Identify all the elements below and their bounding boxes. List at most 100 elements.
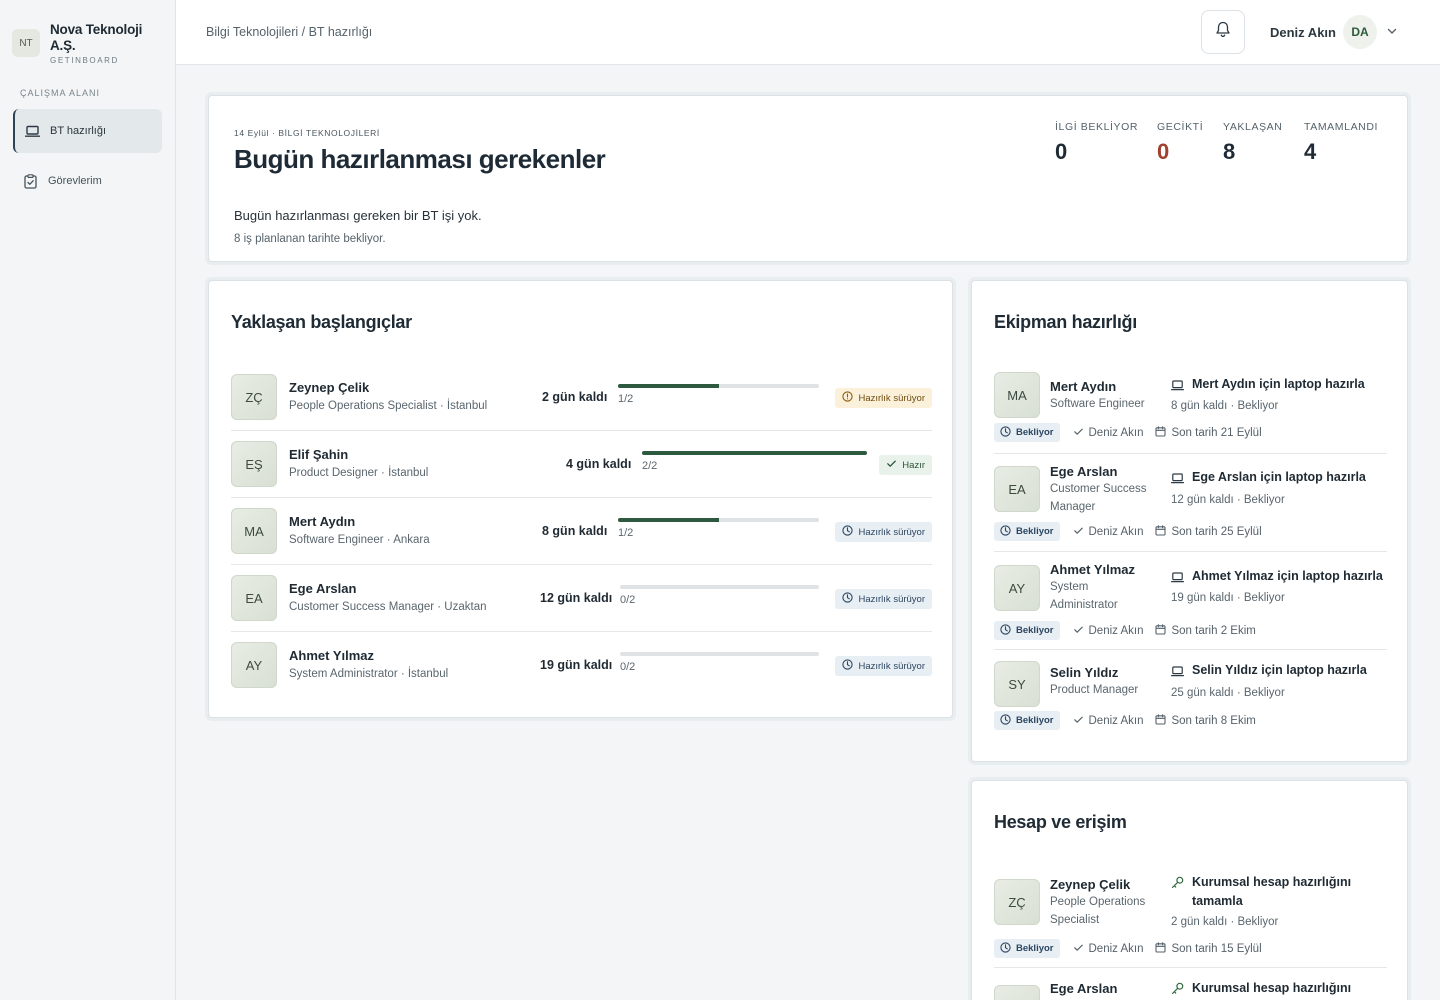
list-item[interactable]: ZÇ Zeynep Çelik People Operations Specia… xyxy=(231,364,932,431)
stat-value: 0 xyxy=(1055,139,1068,164)
person-role: Customer Success Manager xyxy=(1050,483,1147,513)
calendar-icon xyxy=(1155,623,1167,638)
person-details: Customer Success Manager · Uzaktan xyxy=(289,601,487,613)
avatar: MA xyxy=(994,372,1040,418)
sidebar-item-bt-hazirligi[interactable]: BT hazırlığı xyxy=(13,109,162,153)
due-date: Son tarih 15 Eylül xyxy=(1155,941,1262,956)
chevron-down-icon[interactable] xyxy=(1386,24,1398,42)
person-name: Ege Arslan xyxy=(289,581,357,596)
assignee: Deniz Akın xyxy=(1073,426,1143,440)
days-left: 12 gün kaldı xyxy=(540,591,613,605)
calendar-icon xyxy=(1155,713,1167,728)
laptop-icon xyxy=(23,122,41,140)
stat-label: YAKLAŞAN xyxy=(1223,121,1283,133)
brand-logo: NT xyxy=(12,29,40,57)
person-role: People Operations Specialist xyxy=(1050,896,1146,926)
assignee: Deniz Akın xyxy=(1073,714,1143,728)
list-item[interactable]: EŞ Elif Şahin Product Designer · İstanbu… xyxy=(231,431,932,498)
status-badge: Bekliyor xyxy=(994,621,1060,640)
person-name: Mert Aydın xyxy=(1050,379,1117,394)
calendar-icon xyxy=(1155,524,1167,539)
due-date: Son tarih 25 Eylül xyxy=(1155,524,1262,539)
task-meta: 2 gün kaldı · Bekliyor xyxy=(1171,916,1279,928)
task-link[interactable]: Kurumsal hesap hazırlığını xyxy=(1171,979,1371,1000)
avatar[interactable]: DA xyxy=(1343,15,1377,49)
task-link[interactable]: Ahmet Yılmaz için laptop hazırla xyxy=(1170,567,1383,589)
list-item[interactable]: ZÇ Zeynep Çelik People Operations Specia… xyxy=(994,864,1387,968)
alert-circle-icon xyxy=(842,391,854,405)
stat-overdue[interactable]: GECİKTİ 0 xyxy=(1157,121,1203,165)
check-icon xyxy=(886,458,897,472)
list-item[interactable]: MA Mert Aydın Software Engineer · Ankara… xyxy=(231,498,932,565)
due-date: Son tarih 8 Ekim xyxy=(1155,713,1256,728)
task-meta: 25 gün kaldı · Bekliyor xyxy=(1171,687,1285,699)
status-label: Hazır xyxy=(902,459,925,471)
due-label: Son tarih 15 Eylül xyxy=(1171,942,1262,955)
days-left: 2 gün kaldı xyxy=(542,390,608,404)
task-link[interactable]: Ege Arslan için laptop hazırla xyxy=(1170,468,1366,490)
task-footer: Bekliyor Deniz Akın Son tarih 2 Ekim xyxy=(994,621,1256,640)
status-label: Bekliyor xyxy=(1016,427,1054,438)
laptop-icon xyxy=(1170,378,1185,397)
user-name[interactable]: Deniz Akın xyxy=(1270,25,1336,40)
avatar: MA xyxy=(231,508,277,554)
sidebar-item-label: BT hazırlığı xyxy=(50,125,107,137)
brand[interactable]: NT Nova Teknoloji A.Ş. GETINBOARD xyxy=(0,0,175,65)
list-item[interactable]: EA Ege Arslan Kurumsal hesap hazırlığını xyxy=(994,968,1387,1000)
summary-card: 14 Eylül · BİLGİ TEKNOLOJİLERİ Bugün haz… xyxy=(208,95,1408,262)
status-label: Bekliyor xyxy=(1016,943,1054,954)
stat-label: TAMAMLANDI xyxy=(1304,121,1379,133)
list-item[interactable]: SY Selin Yıldız Product Manager Selin Yı… xyxy=(994,650,1387,742)
stat-upcoming[interactable]: YAKLAŞAN 8 xyxy=(1223,121,1282,165)
status-label: Hazırlık sürüyor xyxy=(858,526,925,538)
status-badge: Hazırlık sürüyor xyxy=(835,656,932,676)
stat-completed[interactable]: TAMAMLANDI 4 xyxy=(1304,121,1378,165)
avatar: ZÇ xyxy=(994,879,1040,925)
person-name: Ahmet Yılmaz xyxy=(1050,562,1136,577)
task-link[interactable]: Kurumsal hesap hazırlığını tamamla xyxy=(1171,873,1371,911)
avatar: ZÇ xyxy=(231,374,277,420)
task-link[interactable]: Mert Aydın için laptop hazırla xyxy=(1170,375,1365,397)
task-link[interactable]: Selin Yıldız için laptop hazırla xyxy=(1170,661,1367,683)
person-name: Elif Şahin xyxy=(289,447,349,462)
status-badge: Hazırlık sürüyor xyxy=(835,388,932,408)
clipboard-check-icon xyxy=(21,172,39,190)
list-item[interactable]: EA Ege Arslan Customer Success Manager E… xyxy=(994,454,1387,552)
assignee: Deniz Akın xyxy=(1073,525,1144,539)
breadcrumb[interactable]: Bilgi Teknolojileri / BT hazırlığı xyxy=(206,25,372,39)
sidebar-item-gorevlerim[interactable]: Görevlerim xyxy=(13,159,162,203)
stat-value: 0 xyxy=(1157,139,1170,164)
task-footer: Bekliyor Deniz Akın Son tarih 15 Eylül xyxy=(994,939,1262,958)
check-icon xyxy=(1073,714,1084,728)
avatar: EA xyxy=(994,466,1040,512)
summary-subtext: 8 iş planlanan tarihte bekliyor. xyxy=(234,233,386,245)
avatar: AY xyxy=(231,642,277,688)
list-item[interactable]: EA Ege Arslan Customer Success Manager ·… xyxy=(231,565,932,632)
list-item[interactable]: AY Ahmet Yılmaz System Administrator Ahm… xyxy=(994,552,1387,650)
list-item[interactable]: AY Ahmet Yılmaz System Administrator · İ… xyxy=(231,632,932,699)
days-left: 8 gün kaldı xyxy=(542,524,608,538)
progress-bar xyxy=(620,585,819,589)
summary-text: Bugün hazırlanması gereken bir BT işi yo… xyxy=(234,208,482,223)
person-name: Ege Arslan xyxy=(1050,464,1118,479)
clock-icon xyxy=(842,525,854,539)
assignee-name: Deniz Akın xyxy=(1088,525,1144,538)
person-details: Software Engineer · Ankara xyxy=(289,534,430,546)
status-badge: Hazırlık sürüyor xyxy=(835,522,932,542)
status-badge: Bekliyor xyxy=(994,423,1060,442)
list-item[interactable]: MA Mert Aydın Software Engineer Mert Ayd… xyxy=(994,364,1387,454)
assignee: Deniz Akın xyxy=(1073,942,1143,956)
task-meta: 8 gün kaldı · Bekliyor xyxy=(1171,400,1279,412)
avatar: SY xyxy=(994,661,1040,707)
sidebar: NT Nova Teknoloji A.Ş. GETINBOARD ÇALIŞM… xyxy=(0,0,176,1000)
status-badge: Hazırlık sürüyor xyxy=(835,589,932,609)
status-badge: Bekliyor xyxy=(994,522,1060,541)
person-role: System Administrator xyxy=(1050,581,1118,611)
stat-label: İLGİ BEKLİYOR xyxy=(1055,121,1139,133)
calendar-icon xyxy=(1155,425,1167,440)
stat-attention[interactable]: İLGİ BEKLİYOR 0 xyxy=(1055,121,1138,165)
clock-icon xyxy=(842,592,854,606)
notifications-button[interactable] xyxy=(1201,10,1245,54)
person-name: Zeynep Çelik xyxy=(1050,877,1131,892)
status-badge: Bekliyor xyxy=(994,711,1060,730)
